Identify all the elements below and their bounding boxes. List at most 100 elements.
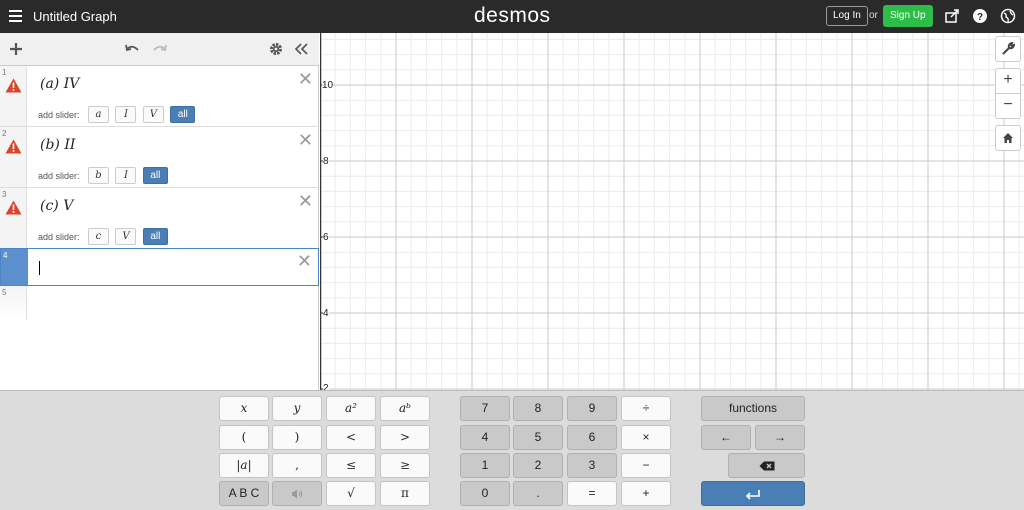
key-abc[interactable]: A B C: [219, 481, 269, 506]
key-1[interactable]: 1: [460, 453, 510, 478]
graph-grid[interactable]: [320, 33, 1024, 390]
key-0[interactable]: 0: [460, 481, 510, 506]
expression-gutter: 4: [1, 249, 28, 285]
expression-item-2[interactable]: 2 (b) II ✕ add slider: b I all: [0, 127, 319, 188]
add-slider-button[interactable]: I: [115, 167, 137, 185]
key-enter[interactable]: [701, 481, 805, 506]
add-all-sliders-button[interactable]: all: [142, 167, 168, 185]
key-absolute-value[interactable]: |a|: [219, 453, 269, 478]
key-divide[interactable]: ÷: [621, 396, 671, 421]
add-slider-label: add slider:: [38, 109, 80, 120]
enter-icon: [745, 490, 760, 500]
warning-icon[interactable]: [5, 200, 22, 215]
warning-icon[interactable]: [5, 78, 22, 93]
svg-text:?: ?: [977, 12, 983, 23]
menu-icon[interactable]: [9, 10, 22, 22]
key-equals[interactable]: =: [567, 481, 617, 506]
key-a-squared[interactable]: a²: [326, 396, 376, 421]
expression-item-4[interactable]: 4 ✕: [0, 248, 319, 286]
key-less-equal[interactable]: ≤: [326, 453, 376, 478]
key-7[interactable]: 7: [460, 396, 510, 421]
add-slider-button[interactable]: b: [87, 167, 109, 185]
key-backspace[interactable]: [728, 453, 805, 478]
key-left-arrow[interactable]: ←: [701, 425, 751, 450]
delete-expression-icon[interactable]: ✕: [298, 192, 313, 210]
delete-expression-icon[interactable]: ✕: [298, 70, 313, 88]
y-tick-label: 4: [323, 308, 329, 319]
add-slider-button[interactable]: a: [87, 106, 109, 124]
signup-button[interactable]: Sign Up: [883, 5, 933, 27]
help-icon[interactable]: ?: [972, 8, 988, 24]
key-9[interactable]: 9: [567, 396, 617, 421]
redo-icon[interactable]: [152, 41, 168, 57]
add-slider-button[interactable]: c: [87, 228, 109, 246]
language-icon[interactable]: [1000, 8, 1016, 24]
expression-gutter: 1: [0, 66, 27, 126]
key-a-power-b[interactable]: aᵇ: [380, 396, 430, 421]
keypad: x y a² aᵇ ( ) < > |a| , ≤ ≥ A B C √ π 7 …: [0, 390, 1024, 510]
zoom-in-button[interactable]: +: [995, 68, 1021, 94]
key-decimal[interactable]: .: [513, 481, 563, 506]
add-slider-button[interactable]: V: [142, 106, 164, 124]
share-icon[interactable]: [944, 8, 960, 24]
delete-expression-icon[interactable]: ✕: [297, 252, 312, 270]
key-8[interactable]: 8: [513, 396, 563, 421]
expression-math[interactable]: (c) V: [40, 198, 73, 214]
expression-math[interactable]: (a) IV: [40, 76, 79, 92]
y-tick-label: 10: [322, 80, 334, 91]
key-2[interactable]: 2: [513, 453, 563, 478]
graph-title[interactable]: Untitled Graph: [33, 9, 117, 24]
desmos-logo: desmos: [474, 4, 551, 27]
key-multiply[interactable]: ×: [621, 425, 671, 450]
key-3[interactable]: 3: [567, 453, 617, 478]
graph-canvas[interactable]: 10 8 6 4 2: [320, 33, 1024, 390]
collapse-panel-icon[interactable]: [293, 41, 309, 57]
expression-index: 2: [2, 129, 7, 138]
top-bar: Untitled Graph desmos Log In or Sign Up …: [0, 0, 1024, 33]
expression-item-3[interactable]: 3 (c) V ✕ add slider: c V all: [0, 188, 319, 249]
key-less-than[interactable]: <: [326, 425, 376, 450]
key-x[interactable]: x: [219, 396, 269, 421]
y-tick-label: 6: [323, 232, 329, 243]
functions-button[interactable]: functions: [701, 396, 805, 421]
add-slider-row: add slider: c V all: [38, 228, 170, 246]
expression-item-1[interactable]: 1 (a) IV ✕ add slider: a I V all: [0, 66, 319, 127]
default-viewport-button[interactable]: [995, 125, 1021, 151]
key-right-arrow[interactable]: →: [755, 425, 805, 450]
add-item-icon[interactable]: [8, 41, 24, 57]
key-open-paren[interactable]: (: [219, 425, 269, 450]
expression-toolbar: [0, 33, 319, 66]
expression-math[interactable]: (b) II: [40, 137, 75, 153]
expression-gutter: 2: [0, 127, 27, 187]
zoom-in-icon: +: [1003, 71, 1013, 88]
key-plus[interactable]: +: [621, 481, 671, 506]
key-audio[interactable]: [272, 481, 322, 506]
add-slider-button[interactable]: I: [115, 106, 137, 124]
key-greater-than[interactable]: >: [380, 425, 430, 450]
key-pi[interactable]: π: [380, 481, 430, 506]
add-all-sliders-button[interactable]: all: [170, 106, 196, 124]
wrench-icon: [1002, 41, 1016, 55]
warning-icon[interactable]: [5, 139, 22, 154]
add-all-sliders-button[interactable]: all: [142, 228, 168, 246]
key-y[interactable]: y: [272, 396, 322, 421]
backspace-icon: [759, 461, 774, 471]
graph-settings-button[interactable]: [995, 36, 1021, 62]
delete-expression-icon[interactable]: ✕: [298, 131, 313, 149]
add-slider-button[interactable]: V: [115, 228, 137, 246]
zoom-out-button[interactable]: −: [995, 93, 1021, 119]
key-close-paren[interactable]: ): [272, 425, 322, 450]
key-6[interactable]: 6: [567, 425, 617, 450]
expression-item-5[interactable]: 5: [0, 286, 319, 320]
key-4[interactable]: 4: [460, 425, 510, 450]
key-5[interactable]: 5: [513, 425, 563, 450]
login-button[interactable]: Log In: [826, 6, 868, 26]
key-greater-equal[interactable]: ≥: [380, 453, 430, 478]
key-minus[interactable]: −: [621, 453, 671, 478]
or-label: or: [869, 10, 878, 21]
undo-icon[interactable]: [124, 41, 140, 57]
add-slider-label: add slider:: [38, 231, 80, 242]
settings-gear-icon[interactable]: [268, 41, 284, 57]
key-sqrt[interactable]: √: [326, 481, 376, 506]
key-comma[interactable]: ,: [272, 453, 322, 478]
